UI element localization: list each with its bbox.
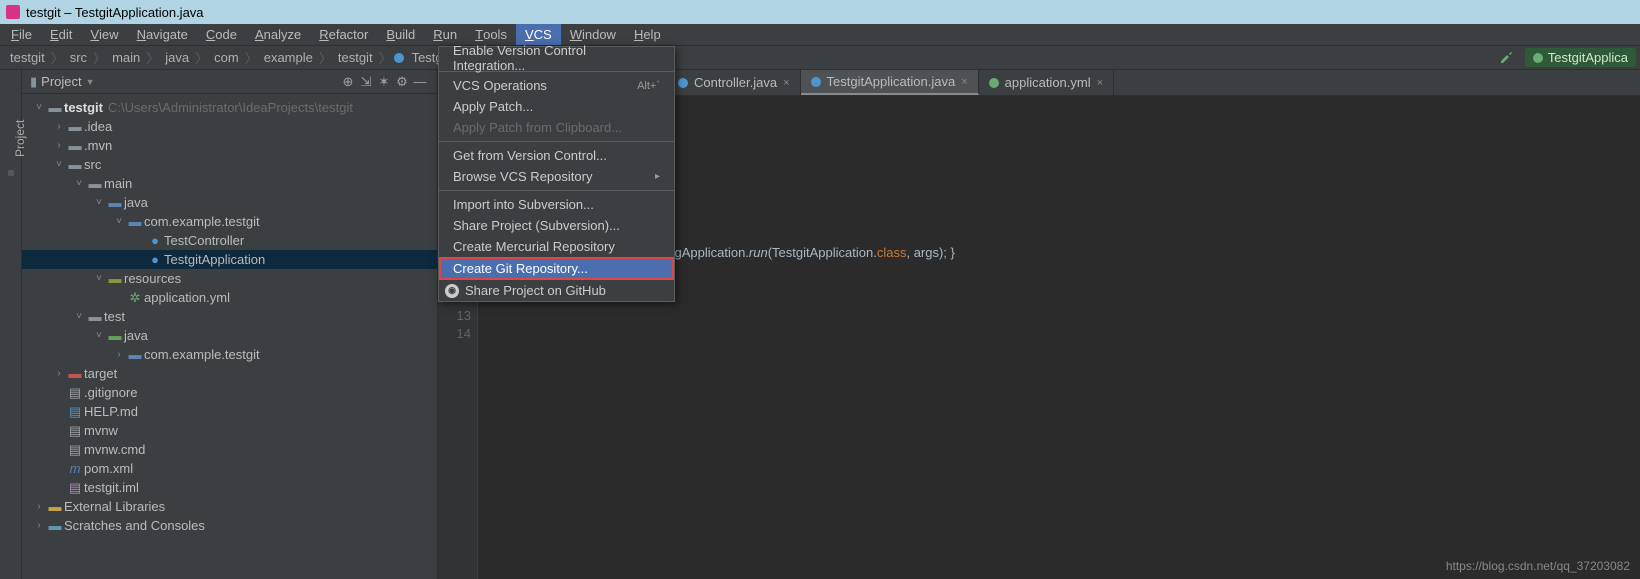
breadcrumb-item[interactable]: testgit: [6, 50, 49, 65]
tree-folder-java-test[interactable]: ˅▬java: [22, 326, 437, 345]
tree-file-help[interactable]: ▤HELP.md: [22, 402, 437, 421]
tree-file-yml[interactable]: ✲application.yml: [22, 288, 437, 307]
tree-file-mvnw[interactable]: ▤mvnw: [22, 421, 437, 440]
tree-class-application[interactable]: ●TestgitApplication: [22, 250, 437, 269]
menu-share-github[interactable]: ◉Share Project on GitHub: [439, 280, 674, 301]
menu-import-svn[interactable]: Import into Subversion...: [439, 194, 674, 215]
tree-folder-resources[interactable]: ˅▬resources: [22, 269, 437, 288]
navigation-bar: testgit〉src〉main〉java〉com〉example〉testgi…: [0, 46, 1640, 70]
github-icon: ◉: [445, 284, 459, 298]
project-tree: ˅▬testgitC:\Users\Administrator\IdeaProj…: [22, 94, 437, 539]
editor-tab[interactable]: TestgitApplication.java×: [801, 70, 979, 95]
menu-enable-vcs[interactable]: Enable Version Control Integration...: [439, 47, 674, 68]
folder-icon: ▮: [30, 74, 37, 90]
menu-apply-patch-clipboard: Apply Patch from Clipboard...: [439, 117, 674, 138]
breadcrumb-item[interactable]: com: [210, 50, 243, 65]
tree-folder-test[interactable]: ˅▬test: [22, 307, 437, 326]
menu-create-hg[interactable]: Create Mercurial Repository: [439, 236, 674, 257]
tree-folder-target[interactable]: ›▬target: [22, 364, 437, 383]
tree-file-gitignore[interactable]: ▤.gitignore: [22, 383, 437, 402]
expand-icon[interactable]: ⇲: [357, 74, 375, 90]
hide-icon[interactable]: —: [411, 74, 429, 89]
tree-scratches[interactable]: ›▬Scratches and Consoles: [22, 516, 437, 535]
menu-get-from-vcs[interactable]: Get from Version Control...: [439, 145, 674, 166]
menu-navigate[interactable]: Navigate: [128, 24, 197, 45]
menu-share-svn[interactable]: Share Project (Subversion)...: [439, 215, 674, 236]
tree-external-libs[interactable]: ›▬External Libraries: [22, 497, 437, 516]
menu-code[interactable]: Code: [197, 24, 246, 45]
app-icon: [6, 5, 20, 19]
build-icon[interactable]: [1499, 50, 1515, 66]
project-panel-header: ▮ Project ▼ ⊕ ⇲ ✶ ⚙ —: [22, 70, 437, 94]
tree-folder-mvn[interactable]: ›▬.mvn: [22, 136, 437, 155]
menu-refactor[interactable]: Refactor: [310, 24, 377, 45]
tree-file-mvnwcmd[interactable]: ▤mvnw.cmd: [22, 440, 437, 459]
menu-analyze[interactable]: Analyze: [246, 24, 310, 45]
tree-package[interactable]: ˅▬com.example.testgit: [22, 212, 437, 231]
collapse-icon[interactable]: ✶: [375, 74, 393, 90]
settings-icon[interactable]: ⚙: [393, 74, 411, 90]
breadcrumb-item[interactable]: testgit: [334, 50, 377, 65]
menu-build[interactable]: Build: [377, 24, 424, 45]
window-title: testgit – TestgitApplication.java: [26, 5, 204, 20]
menu-view[interactable]: View: [81, 24, 127, 45]
panel-title[interactable]: Project: [41, 74, 81, 89]
tree-class-controller[interactable]: ●TestController: [22, 231, 437, 250]
menu-create-git-repo[interactable]: Create Git Repository...: [439, 257, 674, 280]
run-config-selector[interactable]: TestgitApplica: [1525, 48, 1636, 67]
project-tool-label[interactable]: Project: [13, 97, 27, 157]
breadcrumb-item[interactable]: java: [161, 50, 193, 65]
tree-file-pom[interactable]: mpom.xml: [22, 459, 437, 478]
tree-folder-src[interactable]: ˅▬src: [22, 155, 437, 174]
breadcrumb-item[interactable]: src: [66, 50, 91, 65]
close-tab-icon[interactable]: ×: [783, 77, 789, 89]
tree-folder-main[interactable]: ˅▬main: [22, 174, 437, 193]
tree-root[interactable]: ˅▬testgitC:\Users\Administrator\IdeaProj…: [22, 98, 437, 117]
dropdown-icon[interactable]: ▼: [86, 77, 95, 87]
menu-vcs-operations[interactable]: VCS OperationsAlt+`: [439, 75, 674, 96]
menu-edit[interactable]: Edit: [41, 24, 81, 45]
tree-package-test[interactable]: ›▬com.example.testgit: [22, 345, 437, 364]
run-config-label: TestgitApplica: [1548, 50, 1628, 65]
editor-tab[interactable]: application.yml×: [979, 70, 1114, 95]
menu-bar: FileEditViewNavigateCodeAnalyzeRefactorB…: [0, 24, 1640, 46]
locate-icon[interactable]: ⊕: [339, 74, 357, 90]
menu-apply-patch[interactable]: Apply Patch...: [439, 96, 674, 117]
tree-folder-java[interactable]: ˅▬java: [22, 193, 437, 212]
tree-file-iml[interactable]: ▤testgit.iml: [22, 478, 437, 497]
editor-tab[interactable]: Controller.java×: [668, 70, 801, 95]
title-bar: testgit – TestgitApplication.java: [0, 0, 1640, 24]
project-panel: ▮ Project ▼ ⊕ ⇲ ✶ ⚙ — ˅▬testgitC:\Users\…: [22, 70, 438, 579]
tree-folder-idea[interactable]: ›▬.idea: [22, 117, 437, 136]
tool-window-strip[interactable]: Project: [0, 70, 22, 579]
structure-tool-icon[interactable]: [8, 170, 14, 176]
menu-browse-repo[interactable]: Browse VCS Repository▸: [439, 166, 674, 187]
menu-file[interactable]: File: [2, 24, 41, 45]
watermark: https://blog.csdn.net/qq_37203082: [1446, 559, 1630, 573]
breadcrumb-item[interactable]: example: [260, 50, 317, 65]
close-tab-icon[interactable]: ×: [1097, 77, 1103, 89]
breadcrumb-item[interactable]: main: [108, 50, 144, 65]
close-tab-icon[interactable]: ×: [961, 76, 967, 88]
vcs-menu-dropdown: Enable Version Control Integration... VC…: [438, 46, 675, 302]
